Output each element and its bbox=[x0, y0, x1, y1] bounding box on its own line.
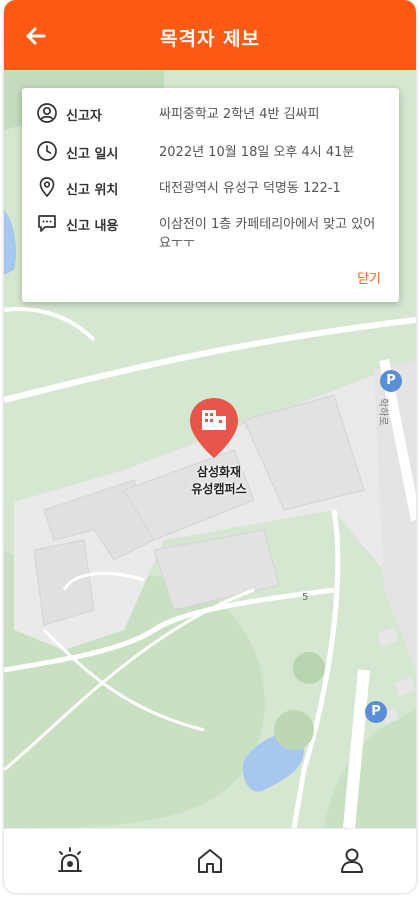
map-tree-label: 5 bbox=[302, 592, 309, 603]
place-name-label: 삼성화재 유성캠퍼스 bbox=[154, 464, 284, 498]
user-icon[interactable] bbox=[334, 843, 370, 879]
close-button[interactable]: 닫기 bbox=[357, 268, 381, 287]
map-pin-icon bbox=[39, 177, 55, 198]
app-screen: 목격자 제보 학하로 P P 5 삼성화재 유성캠퍼스 신고자 싸피중학교 2학… bbox=[4, 0, 416, 893]
reporter-label: 신고자 bbox=[66, 109, 102, 124]
location-value: 대전광역시 유성구 덕명동 122-1 bbox=[159, 181, 341, 196]
datetime-value: 2022년 10월 18일 오후 4시 41분 bbox=[159, 145, 355, 160]
datetime-label: 신고 일시 bbox=[66, 147, 119, 162]
emergency-icon[interactable] bbox=[52, 843, 88, 879]
location-marker[interactable] bbox=[188, 396, 240, 464]
app-header: 목격자 제보 bbox=[4, 0, 416, 70]
parking-icon[interactable]: P bbox=[365, 701, 387, 723]
clock-icon bbox=[37, 141, 57, 161]
bottom-navigation bbox=[4, 828, 416, 893]
place-name-line1: 삼성화재 bbox=[196, 465, 242, 479]
content-value: 이삼전이 1층 카페테리아에서 맞고 있어요ㅜㅜ bbox=[159, 217, 376, 251]
parking-icon[interactable]: P bbox=[380, 370, 402, 392]
page-title: 목격자 제보 bbox=[159, 28, 260, 50]
home-icon[interactable] bbox=[192, 843, 228, 879]
building-pin-icon bbox=[190, 398, 238, 458]
place-name-line2: 유성캠퍼스 bbox=[191, 482, 247, 496]
user-circle-icon bbox=[37, 103, 57, 123]
content-label: 신고 내용 bbox=[66, 219, 119, 234]
reporter-value: 싸피중학교 2학년 4반 김싸피 bbox=[159, 107, 320, 122]
message-icon bbox=[38, 215, 56, 232]
location-label: 신고 위치 bbox=[66, 183, 119, 198]
road-label: 학하로 bbox=[377, 398, 388, 426]
report-info-card: 신고자 싸피중학교 2학년 4반 김싸피 신고 일시 2022년 10월 18일… bbox=[22, 88, 399, 302]
